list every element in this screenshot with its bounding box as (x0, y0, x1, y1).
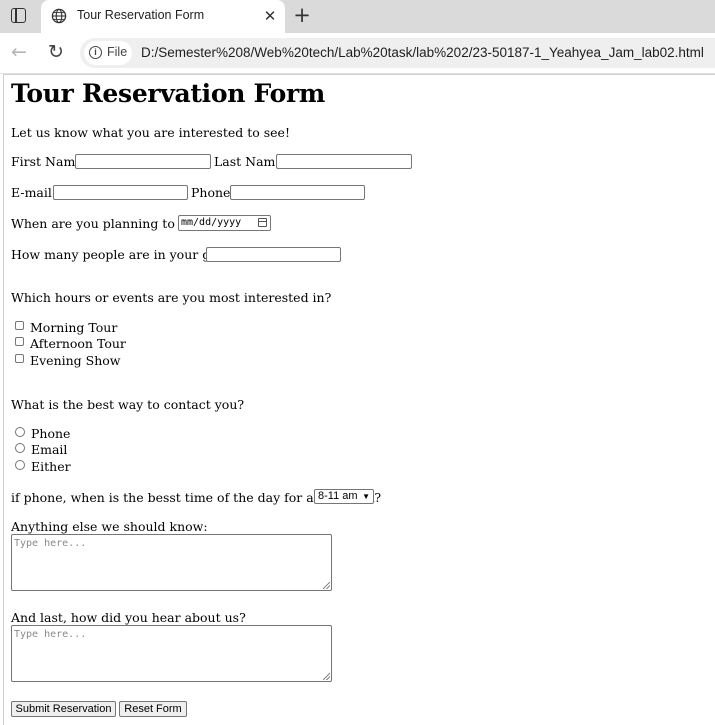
back-arrow-icon[interactable]: ← (8, 41, 30, 63)
contact-label-email: Email (31, 442, 68, 457)
first-name-field[interactable] (75, 154, 211, 169)
tab-bar: Tour Reservation Form ✕ + (0, 0, 715, 33)
page-content: Tour Reservation Form Let us know what y… (3, 74, 715, 725)
group-size-field[interactable] (206, 247, 341, 262)
radio-email[interactable] (15, 443, 25, 453)
radio-phone[interactable] (15, 427, 25, 437)
visit-date-input[interactable]: mm/dd/yyyy (178, 215, 271, 231)
tab-title: Tour Reservation Form (77, 8, 205, 22)
contact-label-either: Either (31, 459, 71, 474)
event-label-afternoon: Afternoon Tour (30, 336, 126, 351)
site-info-chip[interactable]: i File (84, 41, 132, 65)
checkbox-morning-tour[interactable] (15, 321, 24, 330)
phone-field[interactable] (230, 185, 365, 200)
info-icon: i (89, 46, 102, 59)
browser-toolbar: ← ↻ i File D:/Semester%208/Web%20tech/La… (0, 33, 715, 74)
resize-grip-icon[interactable] (323, 673, 330, 680)
event-label-morning: Morning Tour (30, 320, 118, 335)
intro-text: Let us know what you are interested to s… (11, 125, 290, 140)
heard-about-textarea[interactable]: Type here... (11, 625, 332, 682)
contact-label-phone: Phone (31, 426, 71, 441)
heard-about-placeholder: Type here... (14, 629, 87, 640)
date-placeholder: mm/dd/yyyy (181, 217, 242, 228)
close-icon[interactable]: ✕ (261, 7, 279, 25)
checkbox-afternoon-tour[interactable] (15, 337, 24, 346)
resize-grip-icon[interactable] (323, 582, 330, 589)
radio-either[interactable] (15, 460, 25, 470)
chip-label: File (107, 45, 128, 59)
address-bar[interactable]: i File D:/Semester%208/Web%20tech/Lab%20… (80, 38, 715, 68)
email-label: E-mail: (11, 185, 57, 200)
submit-reservation-button[interactable]: Submit Reservation (11, 701, 116, 717)
page-title: Tour Reservation Form (11, 79, 326, 108)
callback-time-select[interactable]: 8-11 am ▼ (314, 489, 374, 504)
checkbox-evening-show[interactable] (15, 354, 24, 363)
calendar-icon[interactable] (258, 218, 267, 227)
events-question: Which hours or events are you most inter… (11, 290, 332, 305)
email-field[interactable] (53, 185, 188, 200)
anything-else-label: Anything else we should know: (11, 519, 208, 534)
tab-strip-icon[interactable] (11, 8, 26, 23)
browser-tab[interactable]: Tour Reservation Form ✕ (41, 0, 285, 33)
callback-selected-value: 8-11 am (318, 490, 358, 502)
anything-else-textarea[interactable]: Type here... (11, 534, 332, 591)
last-name-field[interactable] (276, 154, 412, 169)
reload-icon[interactable]: ↻ (45, 41, 67, 63)
anything-else-placeholder: Type here... (14, 538, 87, 549)
url-text[interactable]: D:/Semester%208/Web%20tech/Lab%20task/la… (141, 45, 704, 60)
phone-label: Phone: (191, 185, 235, 200)
contact-question: What is the best way to contact you? (11, 397, 245, 412)
reset-form-button[interactable]: Reset Form (119, 701, 187, 717)
event-label-evening: Evening Show (30, 353, 121, 368)
chevron-down-icon: ▼ (362, 492, 370, 501)
globe-icon (51, 8, 67, 24)
new-tab-icon[interactable]: + (290, 4, 314, 28)
heard-about-label: And last, how did you hear about us? (11, 610, 246, 625)
